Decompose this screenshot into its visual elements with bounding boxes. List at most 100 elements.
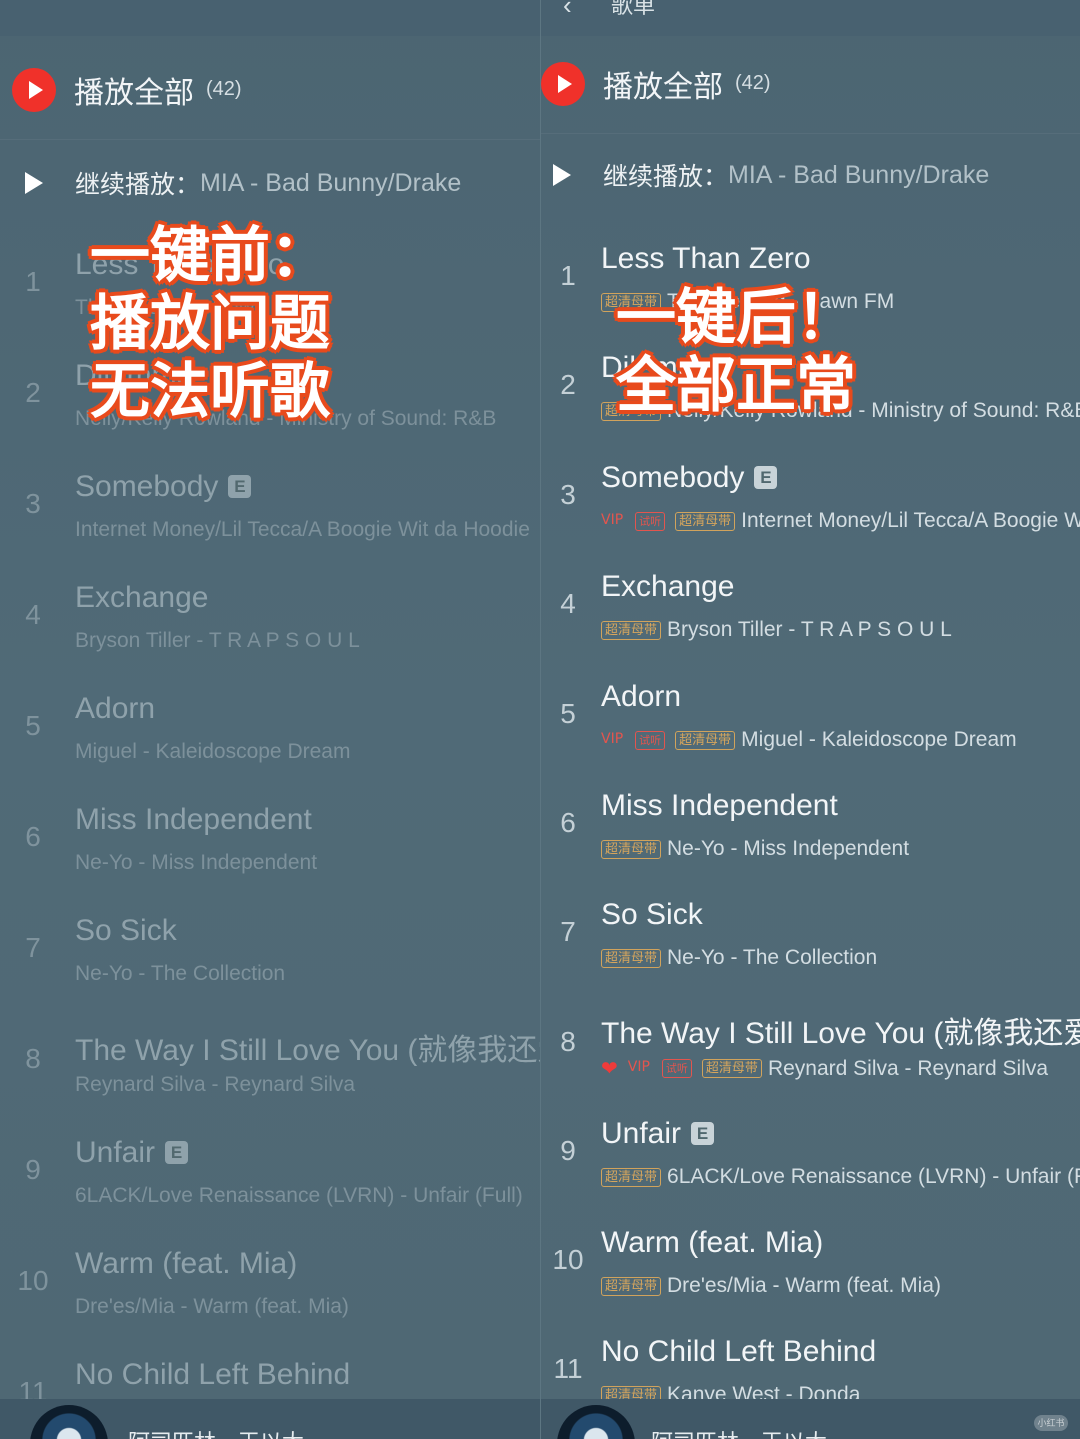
song-title-text: Somebody bbox=[75, 470, 219, 503]
song-meta: Ne-Yo - Miss Independent bbox=[75, 851, 318, 874]
play-all-row[interactable]: 播放全部 (42) bbox=[0, 40, 540, 140]
hq-badge: 超清母带 bbox=[675, 730, 736, 750]
hq-badge: 超清母带 bbox=[675, 511, 736, 531]
song-meta: ❤ VIP 试听 超清母带 Reynard Silva - Reynard Silva bbox=[601, 1056, 1048, 1081]
song-row[interactable]: 7 So Sick Ne-Yo - The Collection bbox=[0, 896, 540, 1006]
song-title: Warm (feat. Mia) bbox=[75, 1247, 298, 1280]
song-artist-album: 6LACK/Love Renaissance (LVRN) - Unfair (… bbox=[667, 1165, 1080, 1188]
song-title: Less Than Zero bbox=[601, 242, 811, 275]
play-all-count: (42) bbox=[735, 72, 771, 94]
song-row[interactable]: 10 Warm (feat. Mia) Dre'es/Mia - Warm (f… bbox=[0, 1229, 540, 1339]
song-title-text: Unfair bbox=[75, 1136, 156, 1169]
song-meta: Miguel - Kaleidoscope Dream bbox=[75, 740, 351, 763]
song-row[interactable]: 3 Somebody E Internet Money/Lil Tecca/A B… bbox=[0, 452, 540, 562]
song-meta: VIP 试听 超清母带 Internet Money/Lil Tecca/A Boog… bbox=[601, 509, 1080, 533]
play-all-icon[interactable] bbox=[541, 61, 585, 106]
play-all-icon[interactable] bbox=[12, 67, 56, 112]
track-number: 2 bbox=[560, 369, 576, 400]
song-meta: 超清母带 Bryson Tiller - T R A P S O U L bbox=[601, 618, 952, 642]
song-meta: 超清母带 Dre'es/Mia - Warm (feat. Mia) bbox=[601, 1274, 941, 1298]
liked-heart-icon[interactable]: ❤ bbox=[601, 1056, 618, 1081]
song-row[interactable]: 4 Exchange 超清母带 Bryson Tiller - T R A P S… bbox=[541, 552, 1080, 662]
back-icon[interactable]: ‹ bbox=[563, 0, 572, 21]
continue-play-row[interactable]: 继续播放： MIA - Bad Bunny/Drake bbox=[541, 130, 1080, 220]
play-all-row[interactable]: 播放全部 (42) bbox=[541, 34, 1080, 134]
song-meta: Dre'es/Mia - Warm (feat. Mia) bbox=[75, 1295, 349, 1318]
mini-player[interactable]: 阿司匹林 - 王以太 bbox=[0, 1399, 540, 1439]
track-number: 6 bbox=[25, 821, 41, 852]
song-title: Miss Independent bbox=[601, 789, 838, 822]
vip-badge: VIP bbox=[627, 1059, 650, 1075]
vip-badge: VIP bbox=[601, 730, 624, 747]
song-artist-album: Reynard Silva - Reynard Silva bbox=[767, 1056, 1049, 1080]
song-title: Adorn bbox=[75, 692, 156, 725]
song-row[interactable]: 4 Exchange Bryson Tiller - T R A P S O U… bbox=[0, 563, 540, 673]
panel-before: 播放全部 (42) 继续播放： MIA - Bad Bunny/Drake 1 … bbox=[0, 0, 540, 1439]
song-title: The Way I Still Love You (就像我还爱你) bbox=[75, 1034, 540, 1067]
song-title: Unfair E bbox=[601, 1117, 715, 1151]
continue-track: MIA - Bad Bunny/Drake bbox=[200, 168, 462, 197]
hq-badge: 超清母带 bbox=[601, 948, 662, 968]
song-artist-album: Ne-Yo - Miss Independent bbox=[667, 837, 910, 860]
song-row[interactable]: 8 The Way I Still Love You (就像我还爱你) Reyn… bbox=[0, 1007, 540, 1117]
overlay-line: 全部正常 bbox=[616, 351, 856, 421]
album-cover[interactable] bbox=[30, 1405, 108, 1439]
hq-badge: 超清母带 bbox=[601, 1167, 662, 1187]
song-title-text: Unfair bbox=[601, 1117, 682, 1150]
song-row[interactable]: 5 Adorn Miguel - Kaleidoscope Dream bbox=[0, 674, 540, 784]
song-row[interactable]: 6 Miss Independent Ne-Yo - Miss Independ… bbox=[0, 785, 540, 895]
song-meta: Reynard Silva - Reynard Silva bbox=[75, 1073, 356, 1096]
song-meta: 超清母带 6LACK/Love Renaissance (LVRN) - Unfa… bbox=[601, 1165, 1080, 1189]
song-row[interactable]: 5 Adorn VIP 试听 超清母带 Miguel - Kaleidoscope D… bbox=[541, 662, 1080, 772]
song-title: Adorn bbox=[601, 680, 682, 713]
play-all-count: (42) bbox=[206, 78, 242, 100]
overlay-line: 一键前： bbox=[90, 221, 330, 291]
track-number: 6 bbox=[560, 807, 576, 838]
song-title: Somebody E bbox=[601, 461, 778, 495]
track-number: 5 bbox=[560, 698, 576, 729]
song-row[interactable]: 10 Warm (feat. Mia) 超清母带 Dre'es/Mia - War… bbox=[541, 1208, 1080, 1318]
mini-player[interactable]: 阿司匹林 - 王以太 小红书 bbox=[541, 1399, 1080, 1439]
track-number: 10 bbox=[552, 1244, 584, 1275]
song-meta: 超清母带 Ne-Yo - The Collection bbox=[601, 946, 877, 970]
song-title: The Way I Still Love You (就像我还爱你) bbox=[601, 1017, 1080, 1050]
track-number: 9 bbox=[560, 1135, 576, 1166]
track-number: 4 bbox=[560, 588, 576, 619]
song-meta: VIP 试听 超清母带 Miguel - Kaleidoscope Dream bbox=[601, 728, 1017, 752]
song-artist-album: Miguel - Kaleidoscope Dream bbox=[741, 728, 1017, 751]
song-row[interactable]: 6 Miss Independent 超清母带 Ne-Yo - Miss Inde… bbox=[541, 771, 1080, 881]
trial-badge: 试听 bbox=[635, 730, 666, 750]
song-row[interactable]: 3 Somebody E VIP 试听 超清母带 Internet Money/Lil … bbox=[541, 443, 1080, 553]
track-number: 9 bbox=[25, 1154, 41, 1185]
song-title: Exchange bbox=[75, 581, 209, 614]
track-number: 1 bbox=[25, 266, 41, 297]
album-cover[interactable] bbox=[557, 1405, 635, 1439]
song-row[interactable]: 8 The Way I Still Love You (就像我还爱你) ❤ VIP… bbox=[541, 990, 1080, 1100]
song-row[interactable]: 9 Unfair E 超清母带 6LACK/Love Renaissance (LV… bbox=[541, 1099, 1080, 1209]
song-title: No Child Left Behind bbox=[601, 1335, 877, 1368]
continue-track: MIA - Bad Bunny/Drake bbox=[728, 160, 990, 189]
track-number: 3 bbox=[25, 488, 41, 519]
track-number: 8 bbox=[560, 1026, 576, 1057]
song-row[interactable]: 9 Unfair E 6LACK/Love Renaissance (LVRN) … bbox=[0, 1118, 540, 1228]
play-all-label: 播放全部 bbox=[603, 69, 723, 105]
song-artist-album: Bryson Tiller - T R A P S O U L bbox=[667, 618, 952, 641]
explicit-icon: E bbox=[165, 1141, 189, 1164]
song-row[interactable]: 7 So Sick 超清母带 Ne-Yo - The Collection bbox=[541, 880, 1080, 990]
top-bar: ‹ 歌单 bbox=[541, 0, 1080, 36]
song-meta: 6LACK/Love Renaissance (LVRN) - Unfair (… bbox=[75, 1184, 523, 1207]
song-artist-album: Dre'es/Mia - Warm (feat. Mia) bbox=[667, 1274, 941, 1297]
song-title-text: Somebody bbox=[601, 461, 745, 494]
play-icon[interactable] bbox=[553, 164, 571, 186]
track-number: 2 bbox=[25, 377, 41, 408]
song-meta: 超清母带 Ne-Yo - Miss Independent bbox=[601, 837, 909, 861]
play-icon[interactable] bbox=[25, 172, 43, 194]
now-playing-text: 阿司匹林 - 王以太 bbox=[128, 1425, 304, 1439]
panel-after: ‹ 歌单 播放全部 (42) 继续播放： MIA - Bad Bunny/Dra… bbox=[540, 0, 1080, 1439]
now-playing-text: 阿司匹林 - 王以太 bbox=[651, 1425, 827, 1439]
continue-play-row[interactable]: 继续播放： MIA - Bad Bunny/Drake bbox=[0, 138, 540, 228]
overlay-line: 一键后！ bbox=[616, 283, 856, 353]
song-artist-album: Internet Money/Lil Tecca/A Boogie Wit da… bbox=[741, 509, 1080, 532]
song-title: Miss Independent bbox=[75, 803, 312, 836]
track-number: 11 bbox=[553, 1353, 583, 1384]
